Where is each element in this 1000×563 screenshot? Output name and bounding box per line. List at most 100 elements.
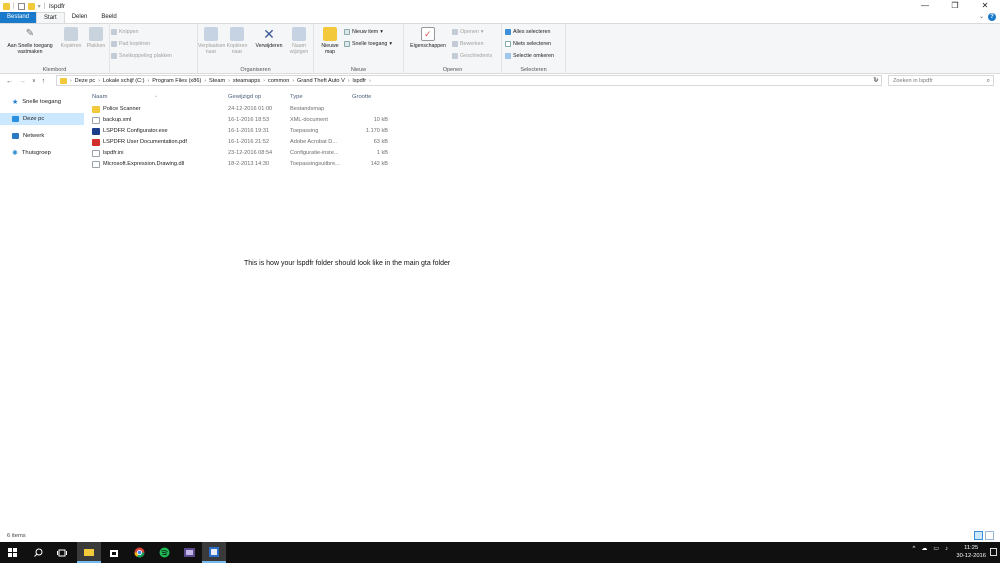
task-view-button[interactable] xyxy=(50,542,74,563)
up-arrow-icon[interactable]: ↑ xyxy=(42,78,46,85)
show-hidden-icons-icon[interactable]: ^ xyxy=(913,546,916,552)
caption-text: This is how your lspdfr folder should lo… xyxy=(244,260,451,267)
properties-quick-icon[interactable] xyxy=(17,2,25,10)
file-row[interactable]: backup.xml 16-1-2016 18:53 XML-document 10 … xyxy=(86,115,406,126)
nav-item-snelle-toegang[interactable]: ★ Snelle toegang xyxy=(0,96,84,108)
file-row[interactable]: LSPDFR Configurator.exe 16-1-2016 19:31 To… xyxy=(86,126,406,137)
breadcrumb-deze-pc[interactable]: Deze pc xyxy=(75,78,96,84)
clock[interactable]: 11:25 30-12-2016 xyxy=(956,544,986,560)
qat-dropdown-icon[interactable]: ▾ xyxy=(38,3,41,10)
tab-bestand[interactable]: Bestand xyxy=(0,12,37,23)
nav-item-netwerk[interactable]: Netwerk xyxy=(0,130,84,142)
paste-button[interactable]: Plakken xyxy=(84,27,108,49)
nav-item-thuisgroep[interactable]: ✺ Thuisgroep xyxy=(0,147,84,159)
media-taskbar-button[interactable] xyxy=(177,542,201,563)
chrome-taskbar-button[interactable] xyxy=(127,542,151,563)
dropdown-arrow-icon: ▾ xyxy=(480,29,484,35)
file-row[interactable]: Microsoft.Expression.Drawing.dll 18-2-201… xyxy=(86,159,406,170)
help-icon[interactable]: ? xyxy=(988,13,996,21)
action-center-icon[interactable] xyxy=(990,548,997,556)
refresh-icon[interactable]: ↻ xyxy=(873,76,879,84)
details-view-button[interactable] xyxy=(974,531,983,540)
spotify-taskbar-button[interactable] xyxy=(152,542,176,563)
breadcrumb-gta-v[interactable]: Grand Theft Auto V xyxy=(297,78,345,84)
select-all-button[interactable]: Alles selecteren xyxy=(505,29,550,35)
file-size: 1 kB xyxy=(376,150,388,156)
properties-button[interactable]: ✓ Eigenschappen xyxy=(406,27,450,49)
cloud-icon[interactable]: ☁ xyxy=(921,545,927,552)
file-row[interactable]: lspdfr.ini 23-12-2016 08:54 Configuratie-i… xyxy=(86,148,406,159)
pin-quick-access-button[interactable]: ✎ Aan Snelle toegang vastmaken xyxy=(3,27,57,55)
paste-shortcut-button[interactable]: Snelkoppeling plakken xyxy=(111,53,172,59)
network-tray-icon[interactable]: ▭ xyxy=(933,545,939,552)
column-header-type[interactable]: Type xyxy=(290,94,303,100)
copy-to-icon xyxy=(230,27,244,41)
chevron-right-icon: › xyxy=(147,77,150,84)
homegroup-icon: ✺ xyxy=(12,150,18,157)
windows-logo-icon xyxy=(7,548,17,557)
column-header-date[interactable]: Gewijzigd op xyxy=(228,94,261,100)
breadcrumb-lokale-schijf[interactable]: Lokale schijf (C:) xyxy=(103,78,145,84)
edit-button[interactable]: Bewerken xyxy=(452,41,484,47)
easy-access-button[interactable]: Snelle toegang ▾ xyxy=(344,41,392,47)
back-arrow-icon[interactable]: ← xyxy=(6,78,13,85)
network-icon xyxy=(12,133,19,139)
new-folder-button[interactable]: Nieuwe map xyxy=(316,27,344,55)
new-folder-quick-icon[interactable] xyxy=(27,2,35,10)
close-button[interactable]: ✕ xyxy=(970,0,1000,12)
file-row[interactable]: Police Scanner 24-12-2016 01:00 Bestandsma… xyxy=(86,104,406,115)
volume-icon[interactable]: ♪ xyxy=(945,546,948,552)
open-button[interactable]: Openen ▾ xyxy=(452,29,484,35)
copy-button[interactable]: Kopiëren xyxy=(58,27,84,49)
move-to-button[interactable]: Verplaatsen naar xyxy=(198,27,225,55)
chevron-right-icon: › xyxy=(204,77,206,84)
column-header-size[interactable]: Grootte xyxy=(352,94,371,100)
address-bar[interactable]: › Deze pc › Lokale schijf (C:) › Program… xyxy=(56,75,882,86)
chevron-right-icon: › xyxy=(98,77,100,84)
app-taskbar-button[interactable] xyxy=(202,542,226,563)
file-size: 1.170 kB xyxy=(365,128,388,134)
column-header-name[interactable]: Naam xyxy=(92,94,107,100)
invert-selection-button[interactable]: Selectie omkeren xyxy=(505,53,554,59)
file-date: 16-1-2016 18:53 xyxy=(228,117,270,123)
file-name: Police Scanner xyxy=(103,106,141,112)
copy-path-button[interactable]: Pad kopiëren xyxy=(111,41,150,47)
rename-button[interactable]: Naam wijzigen xyxy=(286,27,312,55)
cut-button[interactable]: Knippen xyxy=(111,29,138,35)
new-item-button[interactable]: Nieuw item ▾ xyxy=(344,29,383,35)
file-row[interactable]: LSPDFR User Documentation.pdf 16-1-2016 2… xyxy=(86,137,406,148)
tab-beeld[interactable]: Beeld xyxy=(94,12,123,23)
start-button[interactable] xyxy=(0,542,24,563)
maximize-button[interactable]: ❐ xyxy=(940,0,970,12)
breadcrumb-lspdfr[interactable]: lspdfr xyxy=(352,78,366,84)
breadcrumb-program-files[interactable]: Program Files (x86) xyxy=(152,78,201,84)
group-organiseren: Verplaatsen naar Kopiëren naar ✕ Verwijd… xyxy=(198,24,314,74)
folder-icon xyxy=(84,548,94,556)
dropdown-arrow-icon: ▾ xyxy=(389,41,393,47)
tab-start[interactable]: Start xyxy=(36,12,65,23)
minimize-button[interactable]: — xyxy=(910,0,940,12)
large-icons-view-button[interactable] xyxy=(985,531,994,540)
folder-icon xyxy=(92,106,100,113)
recent-dropdown-icon[interactable]: ∨ xyxy=(32,78,36,85)
ribbon-expand-icon[interactable]: ⌄ xyxy=(979,13,984,21)
file-name: LSPDFR User Documentation.pdf xyxy=(103,139,187,145)
group-nieuw: Nieuwe map Nieuw item ▾ Snelle toegang ▾ N… xyxy=(314,24,404,74)
folder-icon xyxy=(60,77,67,84)
history-button[interactable]: Geschiedenis xyxy=(452,53,492,59)
breadcrumb-common[interactable]: common xyxy=(268,78,289,84)
breadcrumb-steam[interactable]: Steam xyxy=(209,78,225,84)
window-app-icon xyxy=(209,546,219,557)
select-none-button[interactable]: Niets selecteren xyxy=(505,41,551,47)
nav-item-deze-pc[interactable]: Deze pc xyxy=(0,113,84,125)
forward-arrow-icon[interactable]: → xyxy=(19,78,26,85)
store-taskbar-button[interactable] xyxy=(102,542,126,563)
file-name: lspdfr.ini xyxy=(103,150,124,156)
copy-to-button[interactable]: Kopiëren naar xyxy=(224,27,250,55)
search-input[interactable]: Zoeken in lspdfr ⌕ xyxy=(888,75,994,86)
search-taskbar-button[interactable] xyxy=(26,542,50,563)
tab-delen[interactable]: Delen xyxy=(65,12,95,23)
breadcrumb-steamapps[interactable]: steamapps xyxy=(233,78,260,84)
file-explorer-taskbar-button[interactable] xyxy=(77,542,101,563)
delete-button[interactable]: ✕ Verwijderen xyxy=(252,27,286,49)
